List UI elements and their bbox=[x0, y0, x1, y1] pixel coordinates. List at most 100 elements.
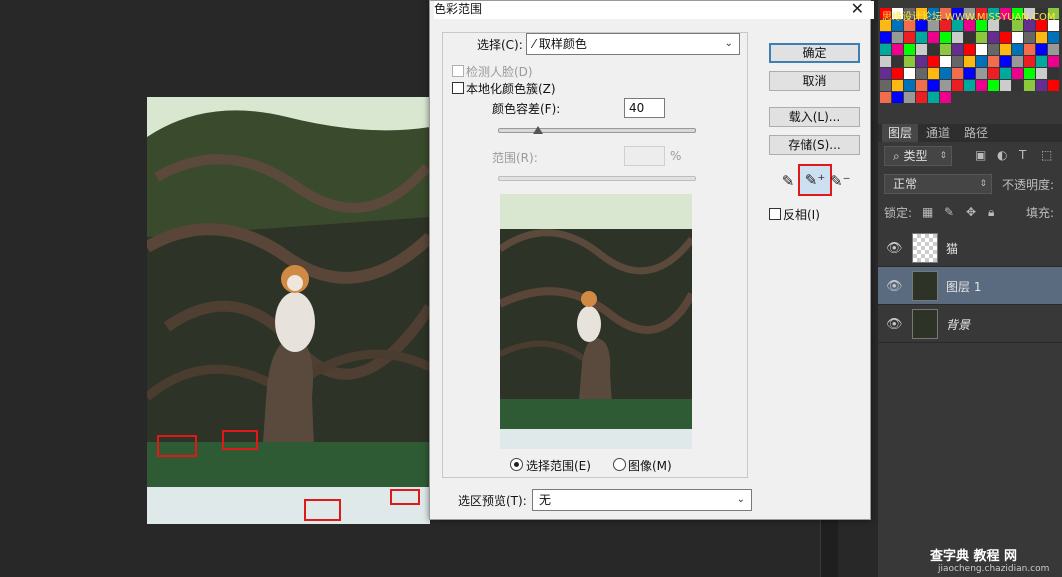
color-swatch[interactable] bbox=[1012, 56, 1023, 67]
color-swatch[interactable] bbox=[940, 44, 951, 55]
fuzziness-slider-thumb[interactable] bbox=[532, 126, 543, 134]
color-swatch[interactable] bbox=[976, 68, 987, 79]
color-swatch[interactable] bbox=[892, 32, 903, 43]
color-swatch[interactable] bbox=[1036, 68, 1047, 79]
preview-mode-combo[interactable]: 无 ⌄ bbox=[532, 489, 752, 511]
color-swatch[interactable] bbox=[928, 44, 939, 55]
color-swatch[interactable] bbox=[904, 80, 915, 91]
color-swatch[interactable] bbox=[1012, 44, 1023, 55]
color-swatch[interactable] bbox=[916, 68, 927, 79]
lock-all-icon[interactable]: 🔒︎ bbox=[988, 205, 994, 220]
color-swatch[interactable] bbox=[940, 68, 951, 79]
color-swatch[interactable] bbox=[892, 56, 903, 67]
color-swatch[interactable] bbox=[988, 44, 999, 55]
color-swatch[interactable] bbox=[1024, 80, 1035, 91]
radio-selection[interactable] bbox=[510, 458, 523, 471]
layer-row[interactable]: 👁︎ 图层 1 bbox=[878, 267, 1062, 305]
color-swatch[interactable] bbox=[952, 44, 963, 55]
color-swatch[interactable] bbox=[940, 80, 951, 91]
tab-channels[interactable]: 通道 bbox=[920, 124, 956, 142]
color-swatch[interactable] bbox=[892, 68, 903, 79]
color-swatch[interactable] bbox=[976, 56, 987, 67]
eye-icon[interactable]: 👁︎ bbox=[886, 279, 903, 294]
filter-shape-icon[interactable]: ⬚ bbox=[1041, 148, 1052, 162]
color-swatch[interactable] bbox=[964, 32, 975, 43]
document-image[interactable] bbox=[147, 97, 430, 524]
color-swatch[interactable] bbox=[916, 44, 927, 55]
lock-pixels-icon[interactable]: ▦ bbox=[922, 205, 933, 219]
color-swatch[interactable] bbox=[988, 68, 999, 79]
color-swatch[interactable] bbox=[904, 56, 915, 67]
color-swatch[interactable] bbox=[1048, 68, 1059, 79]
color-swatch[interactable] bbox=[880, 32, 891, 43]
color-swatch[interactable] bbox=[904, 44, 915, 55]
color-swatch[interactable] bbox=[988, 80, 999, 91]
color-swatch[interactable] bbox=[880, 44, 891, 55]
color-swatch[interactable] bbox=[940, 92, 951, 103]
color-swatch[interactable] bbox=[976, 32, 987, 43]
eyedropper-plus-icon[interactable]: ✎⁺ bbox=[798, 164, 832, 196]
color-swatch[interactable] bbox=[1000, 44, 1011, 55]
color-swatch[interactable] bbox=[1048, 80, 1059, 91]
color-swatch[interactable] bbox=[892, 80, 903, 91]
color-swatch[interactable] bbox=[1024, 44, 1035, 55]
detect-faces-checkbox[interactable] bbox=[452, 65, 464, 77]
dialog-title-bar[interactable]: 色彩范围 bbox=[434, 1, 874, 19]
color-swatch[interactable] bbox=[880, 80, 891, 91]
color-swatch[interactable] bbox=[976, 44, 987, 55]
color-swatch[interactable] bbox=[928, 32, 939, 43]
color-swatch[interactable] bbox=[988, 32, 999, 43]
close-icon[interactable]: ✕ bbox=[851, 0, 864, 18]
color-swatch[interactable] bbox=[904, 68, 915, 79]
color-swatch[interactable] bbox=[1024, 32, 1035, 43]
color-swatch[interactable] bbox=[916, 80, 927, 91]
color-swatch[interactable] bbox=[916, 32, 927, 43]
selection-preview[interactable] bbox=[500, 194, 692, 449]
layer-filter-combo[interactable]: ⌕ 类型 ⇕ bbox=[884, 146, 952, 166]
color-swatch[interactable] bbox=[928, 68, 939, 79]
filter-type-icon[interactable]: T bbox=[1019, 148, 1026, 162]
fuzziness-slider[interactable] bbox=[498, 128, 696, 133]
color-swatch[interactable] bbox=[1012, 68, 1023, 79]
color-swatch[interactable] bbox=[952, 80, 963, 91]
color-swatch[interactable] bbox=[928, 80, 939, 91]
localized-clusters-checkbox[interactable] bbox=[452, 82, 464, 94]
eyedropper-minus-icon[interactable]: ✎⁻ bbox=[830, 171, 851, 191]
color-swatch[interactable] bbox=[952, 68, 963, 79]
color-swatch[interactable] bbox=[1000, 80, 1011, 91]
color-swatch[interactable] bbox=[1000, 68, 1011, 79]
color-swatch[interactable] bbox=[916, 56, 927, 67]
color-swatch[interactable] bbox=[952, 56, 963, 67]
load-button[interactable]: 载入(L)... bbox=[769, 107, 860, 127]
color-swatch[interactable] bbox=[892, 44, 903, 55]
save-button[interactable]: 存储(S)... bbox=[769, 135, 860, 155]
select-combo[interactable]: ⁄ 取样颜色 ⌄ bbox=[526, 33, 740, 55]
filter-pixel-icon[interactable]: ▣ bbox=[975, 148, 986, 162]
color-swatch[interactable] bbox=[1024, 68, 1035, 79]
color-swatch[interactable] bbox=[880, 68, 891, 79]
color-swatch[interactable] bbox=[892, 92, 903, 103]
eye-icon[interactable]: 👁︎ bbox=[886, 241, 903, 256]
color-swatch[interactable] bbox=[1000, 56, 1011, 67]
color-swatch[interactable] bbox=[1048, 56, 1059, 67]
color-swatch[interactable] bbox=[988, 56, 999, 67]
tab-layers[interactable]: 图层 bbox=[882, 124, 919, 142]
color-swatch[interactable] bbox=[1024, 56, 1035, 67]
color-swatch[interactable] bbox=[952, 32, 963, 43]
color-swatch[interactable] bbox=[964, 80, 975, 91]
layer-row[interactable]: 👁︎ 猫 bbox=[878, 229, 1062, 267]
fuzziness-input[interactable]: 40 bbox=[624, 98, 665, 118]
color-swatch[interactable] bbox=[1012, 32, 1023, 43]
color-swatch[interactable] bbox=[1000, 32, 1011, 43]
eye-icon[interactable]: 👁︎ bbox=[886, 317, 903, 332]
color-swatch[interactable] bbox=[1048, 44, 1059, 55]
blend-mode-combo[interactable]: 正常 ⇕ bbox=[884, 174, 992, 194]
color-swatch[interactable] bbox=[904, 92, 915, 103]
color-swatch[interactable] bbox=[1048, 32, 1059, 43]
color-swatch[interactable] bbox=[880, 56, 891, 67]
color-swatch[interactable] bbox=[1036, 44, 1047, 55]
radio-image[interactable] bbox=[613, 458, 626, 471]
filter-adjust-icon[interactable]: ◐ bbox=[997, 148, 1007, 162]
layer-row[interactable]: 👁︎ 背景 bbox=[878, 305, 1062, 343]
color-swatch[interactable] bbox=[964, 44, 975, 55]
